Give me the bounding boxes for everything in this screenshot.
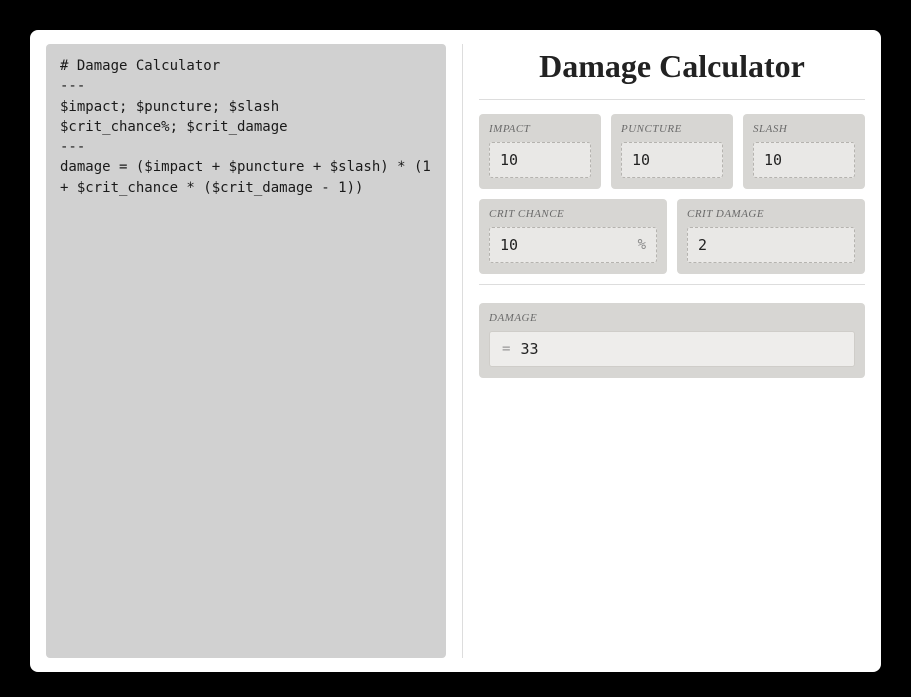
crit-damage-card: CRIT DAMAGE [677, 199, 865, 274]
crit-chance-label: CRIT CHANCE [489, 208, 657, 220]
form-pane: Damage Calculator IMPACT PUNCTURE SLASH [479, 44, 865, 658]
crit-damage-input[interactable] [698, 236, 844, 254]
crit-chance-input-wrap: % [489, 227, 657, 263]
output-divider [479, 284, 865, 285]
damage-output-box: = 33 [489, 331, 855, 367]
puncture-card: PUNCTURE [611, 114, 733, 189]
impact-card: IMPACT [479, 114, 601, 189]
inputs-row-1: IMPACT PUNCTURE SLASH [479, 114, 865, 189]
impact-input[interactable] [500, 151, 580, 169]
page-title: Damage Calculator [479, 44, 865, 99]
slash-input[interactable] [764, 151, 844, 169]
damage-value: 33 [520, 340, 538, 358]
equals-prefix: = [502, 341, 510, 357]
impact-input-wrap [489, 142, 591, 178]
crit-damage-input-wrap [687, 227, 855, 263]
percent-suffix: % [638, 237, 646, 253]
pane-divider [462, 44, 463, 658]
slash-input-wrap [753, 142, 855, 178]
slash-card: SLASH [743, 114, 865, 189]
impact-label: IMPACT [489, 123, 591, 135]
inputs-row-2: CRIT CHANCE % CRIT DAMAGE [479, 199, 865, 274]
crit-chance-card: CRIT CHANCE % [479, 199, 667, 274]
app-window: Damage Calculator IMPACT PUNCTURE SLASH [30, 30, 881, 672]
puncture-input-wrap [621, 142, 723, 178]
puncture-input[interactable] [632, 151, 712, 169]
code-editor[interactable] [46, 44, 446, 658]
puncture-label: PUNCTURE [621, 123, 723, 135]
crit-damage-label: CRIT DAMAGE [687, 208, 855, 220]
crit-chance-input[interactable] [500, 236, 632, 254]
output-section: DAMAGE = 33 [479, 303, 865, 378]
title-divider [479, 99, 865, 100]
damage-card: DAMAGE = 33 [479, 303, 865, 378]
damage-label: DAMAGE [489, 312, 855, 324]
slash-label: SLASH [753, 123, 855, 135]
